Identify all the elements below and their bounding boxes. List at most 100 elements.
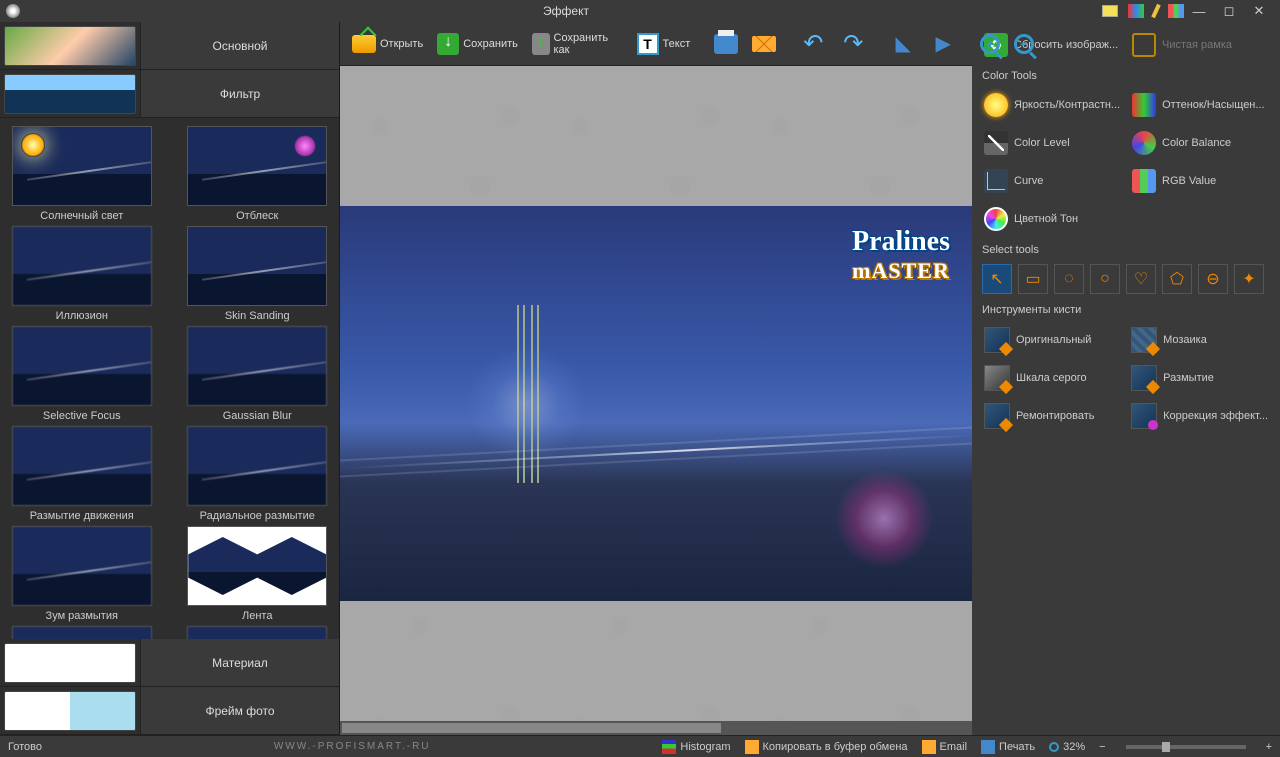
select-tools-heading: Select tools xyxy=(982,244,1270,256)
rgb-icon xyxy=(1132,169,1156,193)
redo-button[interactable]: ↷ xyxy=(834,27,872,61)
open-button[interactable]: Открыть xyxy=(346,31,429,57)
level-icon xyxy=(984,131,1008,155)
filter-flare[interactable]: Отблеск xyxy=(180,126,336,222)
zoom-in-icon xyxy=(980,34,1000,54)
app-icon xyxy=(6,4,20,18)
brush-original[interactable]: Оригинальный xyxy=(982,324,1119,356)
mail-icon xyxy=(752,36,776,52)
status-zoom[interactable]: 32% xyxy=(1049,741,1085,753)
brush-fx-icon xyxy=(1131,403,1157,429)
frame-icon xyxy=(1132,33,1156,57)
select-tools-row: ↖ ▭ ◌ ○ ♡ ⬠ ⊖ ✦ xyxy=(982,264,1270,294)
brush-tools-heading: Инструменты кисти xyxy=(982,304,1270,316)
titlebar-icon-4[interactable] xyxy=(1168,4,1184,18)
brush-mosaic[interactable]: Мозаика xyxy=(1129,324,1270,356)
select-arrow[interactable]: ↖ xyxy=(982,264,1012,294)
flip-vertical-icon: ▶ xyxy=(930,31,956,57)
select-wand[interactable]: ✦ xyxy=(1234,264,1264,294)
color-tone-button[interactable]: Цветной Тон xyxy=(982,204,1270,234)
tab-filter[interactable]: Фильтр xyxy=(140,70,339,117)
filter-illusion[interactable]: Иллюзион xyxy=(4,226,160,322)
curve-button[interactable]: Curve xyxy=(982,166,1122,196)
filter-motion-blur[interactable]: Размытие движения xyxy=(4,426,160,522)
filter-ribbon[interactable]: Лента xyxy=(180,526,336,622)
save-button[interactable]: Сохранить xyxy=(431,29,524,59)
clipboard-icon xyxy=(745,740,759,754)
brush-fx[interactable]: Коррекция эффект... xyxy=(1129,400,1270,432)
window-title: Эффект xyxy=(30,4,1102,18)
print-small-icon xyxy=(981,740,995,754)
canvas[interactable]: Pralines mASTER xyxy=(340,66,972,735)
titlebar: Эффект — ◻ ✕ xyxy=(0,0,1280,22)
status-clipboard[interactable]: Копировать в буфер обмена xyxy=(745,740,908,754)
status-email[interactable]: Email xyxy=(922,740,968,754)
filter-radial-blur[interactable]: Радиальное размытие xyxy=(180,426,336,522)
horizontal-scrollbar[interactable] xyxy=(340,721,972,735)
select-rect[interactable]: ▭ xyxy=(1018,264,1048,294)
zoom-minus[interactable]: − xyxy=(1099,741,1105,753)
brush-repair[interactable]: Ремонтировать xyxy=(982,400,1119,432)
rgb-button[interactable]: RGB Value xyxy=(1130,166,1270,196)
histogram-icon xyxy=(662,740,676,754)
select-heart[interactable]: ♡ xyxy=(1126,264,1156,294)
titlebar-icon-2[interactable] xyxy=(1128,4,1144,18)
brush-gray-icon xyxy=(984,365,1010,391)
select-polygon[interactable]: ⬠ xyxy=(1162,264,1192,294)
minimize-button[interactable]: — xyxy=(1184,4,1214,19)
filter-extra-2[interactable] xyxy=(180,626,336,639)
filter-skin-sanding[interactable]: Skin Sanding xyxy=(180,226,336,322)
text-button[interactable]: TТекст xyxy=(631,29,697,59)
tab-main[interactable]: Основной xyxy=(140,22,339,69)
flip-v-button[interactable]: ▶ xyxy=(924,27,962,61)
maximize-button[interactable]: ◻ xyxy=(1214,3,1244,19)
email-icon xyxy=(922,740,936,754)
close-button[interactable]: ✕ xyxy=(1244,3,1274,19)
flip-horizontal-icon: ◣ xyxy=(890,31,916,57)
hue-icon xyxy=(1132,93,1156,117)
status-bar: Готово WWW.-PROFISMART.-RU Histogram Коп… xyxy=(0,735,1280,757)
select-rounded[interactable]: ◌ xyxy=(1054,264,1084,294)
lens-flare-1 xyxy=(466,344,586,464)
brightness-button[interactable]: Яркость/Контрастн... xyxy=(982,90,1122,120)
titlebar-icon-1[interactable] xyxy=(1102,5,1118,17)
print-button[interactable] xyxy=(708,30,744,58)
filter-zoom-blur[interactable]: Зум размытия xyxy=(4,526,160,622)
tab-filter-thumb xyxy=(4,74,136,114)
filter-gaussian-blur[interactable]: Gaussian Blur xyxy=(180,326,336,422)
tab-frame[interactable]: Фрейм фото xyxy=(140,687,339,734)
filter-selective-focus[interactable]: Selective Focus xyxy=(4,326,160,422)
undo-button[interactable]: ↶ xyxy=(794,27,832,61)
tab-material[interactable]: Материал xyxy=(140,639,339,686)
brush-mosaic-icon xyxy=(1131,327,1157,353)
watermark: Pralines mASTER xyxy=(852,226,950,284)
brush-grayscale[interactable]: Шкала серого xyxy=(982,362,1119,394)
email-button[interactable] xyxy=(746,32,782,56)
status-ready: Готово xyxy=(8,741,42,753)
print-icon xyxy=(714,34,738,54)
select-ellipse[interactable]: ○ xyxy=(1090,264,1120,294)
hue-button[interactable]: Оттенок/Насыщен... xyxy=(1130,90,1270,120)
tab-frame-thumb xyxy=(4,691,136,731)
titlebar-icon-3[interactable] xyxy=(1151,4,1161,18)
tone-icon xyxy=(984,207,1008,231)
saveas-button[interactable]: Сохранить как xyxy=(526,28,619,60)
filter-grid: Солнечный свет Отблеск Иллюзион Skin San… xyxy=(0,118,339,639)
brush-blur[interactable]: Размытие xyxy=(1129,362,1270,394)
brush-blur-icon xyxy=(1131,365,1157,391)
tab-main-thumb xyxy=(4,26,136,66)
curve-icon xyxy=(984,169,1008,193)
undo-icon: ↶ xyxy=(800,31,826,57)
zoom-plus[interactable]: + xyxy=(1266,741,1272,753)
status-print[interactable]: Печать xyxy=(981,740,1035,754)
status-histogram[interactable]: Histogram xyxy=(662,740,730,754)
zoom-slider[interactable] xyxy=(1126,745,1246,749)
filter-extra-1[interactable] xyxy=(4,626,160,639)
color-balance-button[interactable]: Color Balance xyxy=(1130,128,1270,158)
color-level-button[interactable]: Color Level xyxy=(982,128,1122,158)
clean-frame-button[interactable]: Чистая рамка xyxy=(1130,30,1270,60)
flip-h-button[interactable]: ◣ xyxy=(884,27,922,61)
filter-sunlight[interactable]: Солнечный свет xyxy=(4,126,160,222)
select-lasso[interactable]: ⊖ xyxy=(1198,264,1228,294)
reset-image-button[interactable]: ♻Сбросить изображ... xyxy=(982,30,1122,60)
